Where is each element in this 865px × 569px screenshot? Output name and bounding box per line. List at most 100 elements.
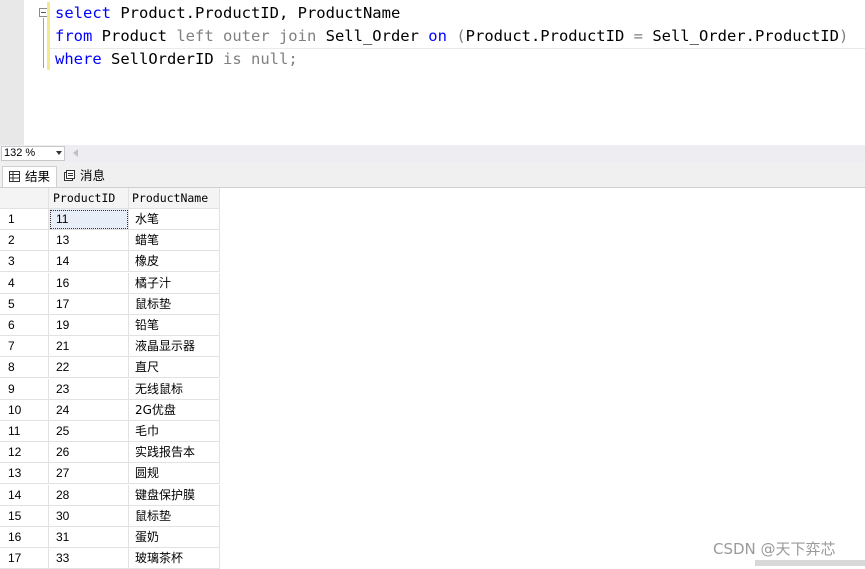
column-header-productname[interactable]: ProductName [129,188,220,209]
chevron-down-icon[interactable] [56,151,62,155]
table-row[interactable]: 8 22 直尺 [0,357,221,379]
tab-messages[interactable]: 消息 [58,166,116,187]
row-number[interactable]: 7 [0,336,49,358]
row-number[interactable]: 10 [0,399,49,421]
table-row[interactable]: 12 26 实践报告本 [0,442,221,464]
keyword-where: where [55,50,102,68]
row-number[interactable]: 3 [0,251,49,273]
table-row[interactable]: 4 16 橘子汁 [0,272,221,294]
zoom-value: 132 % [4,147,36,159]
keyword-select: select [55,4,111,22]
table-row[interactable]: 3 14 橡皮 [0,251,221,273]
row-number[interactable]: 4 [0,272,49,294]
code-text: Sell_Order.ProductID [642,27,839,45]
row-number[interactable]: 16 [0,527,49,548]
grid-icon [9,171,20,182]
cell-productname[interactable]: 橡皮 [129,251,220,273]
cell-productname[interactable]: 键盘保护膜 [129,484,220,506]
row-number-header[interactable] [0,188,49,209]
table-row[interactable]: 14 28 键盘保护膜 [0,484,221,506]
row-number[interactable]: 2 [0,230,49,252]
zoom-bar: 132 % [0,145,865,162]
row-number[interactable]: 8 [0,357,49,379]
row-number[interactable]: 12 [0,442,49,464]
code-line-3[interactable]: where SellOrderID is null; [55,48,298,70]
code-text: Product.ProductID [465,27,634,45]
table-row[interactable]: 7 21 液晶显示器 [0,336,221,358]
table-row[interactable]: 13 27 圆规 [0,463,221,485]
operator: = [633,27,643,45]
cell-productname[interactable]: 蛋奶 [129,527,220,548]
cell-productid[interactable]: 13 [49,230,129,252]
table-row[interactable]: 2 13 蜡笔 [0,230,221,252]
row-number[interactable]: 5 [0,293,49,315]
cell-productid[interactable]: 19 [49,315,129,336]
table-row[interactable]: 10 24 2G优盘 [0,399,221,421]
cell-productid[interactable]: 22 [49,357,129,379]
code-text: Product [92,27,177,45]
tab-messages-label: 消息 [80,168,106,183]
cell-productname[interactable]: 2G优盘 [129,399,220,421]
cell-productname[interactable]: 蜡笔 [129,230,220,252]
grid-header: ProductID ProductName [0,188,221,209]
cell-productid[interactable]: 26 [49,442,129,464]
code-text: Sell_Order [316,27,429,45]
cell-productname[interactable]: 橘子汁 [129,272,220,294]
cell-productname[interactable]: 液晶显示器 [129,336,220,358]
table-row[interactable]: 15 30 鼠标垫 [0,505,221,527]
row-number[interactable]: 15 [0,505,49,527]
cell-productid[interactable]: 25 [49,421,129,442]
cell-productid[interactable]: 11 [49,209,129,230]
row-number[interactable]: 1 [0,209,49,230]
row-number[interactable]: 6 [0,315,49,336]
cell-productname[interactable]: 水笔 [129,209,220,230]
table-row[interactable]: 1 11 水笔 [0,209,221,230]
table-row[interactable]: 6 19 铅笔 [0,315,221,336]
cell-productid[interactable]: 23 [49,378,129,400]
scroll-left-icon[interactable] [73,149,78,157]
cell-productid[interactable]: 14 [49,251,129,273]
operator: ( [456,27,466,45]
cell-productid[interactable]: 31 [49,527,129,548]
cell-productid[interactable]: 16 [49,272,129,294]
message-icon [64,170,75,181]
fold-guide [43,18,44,68]
taskbar-fragment [755,560,865,566]
cell-productid[interactable]: 28 [49,484,129,506]
sql-editor[interactable]: select Product.ProductID, ProductName fr… [0,0,865,145]
table-row[interactable]: 11 25 毛巾 [0,421,221,442]
cell-productname[interactable]: 无线鼠标 [129,378,220,400]
table-row[interactable]: 5 17 鼠标垫 [0,293,221,315]
row-number[interactable]: 13 [0,463,49,485]
watermark-text: CSDN @天下弈芯 [713,540,836,558]
cell-productid[interactable]: 30 [49,505,129,527]
row-number[interactable]: 14 [0,484,49,506]
row-number[interactable]: 9 [0,378,49,400]
table-row[interactable]: 9 23 无线鼠标 [0,378,221,400]
code-text: SellOrderID [101,50,223,68]
cell-productid[interactable]: 17 [49,293,129,315]
cell-productid[interactable]: 24 [49,399,129,421]
cell-productname[interactable]: 实践报告本 [129,442,220,464]
code-line-1[interactable]: select Product.ProductID, ProductName [55,2,400,24]
operator: ) [838,27,849,45]
cell-productid[interactable]: 21 [49,336,129,358]
cell-productname[interactable]: 鼠标垫 [129,505,220,527]
tab-results-label: 结果 [25,169,51,184]
cell-productname[interactable]: 鼠标垫 [129,293,220,315]
code-line-2[interactable]: from Product left outer join Sell_Order … [55,25,848,47]
column-header-productid[interactable]: ProductID [49,188,129,209]
cell-productname[interactable]: 圆规 [129,463,220,485]
cell-productname[interactable]: 直尺 [129,357,220,379]
cell-productname[interactable]: 毛巾 [129,421,220,442]
tab-results[interactable]: 结果 [2,166,57,187]
cell-productid[interactable]: 27 [49,463,129,485]
keyword-from: from [55,27,93,45]
row-number[interactable]: 11 [0,421,49,442]
zoom-select[interactable]: 132 % [1,146,65,161]
table-row[interactable]: 16 31 蛋奶 [0,527,221,548]
keyword-is-null: is null; [223,50,298,68]
cell-productname[interactable]: 铅笔 [129,315,220,336]
results-grid[interactable]: ProductID ProductName 1 11 水笔 2 13 蜡笔 3 14 橡皮 4 16… [0,188,865,569]
